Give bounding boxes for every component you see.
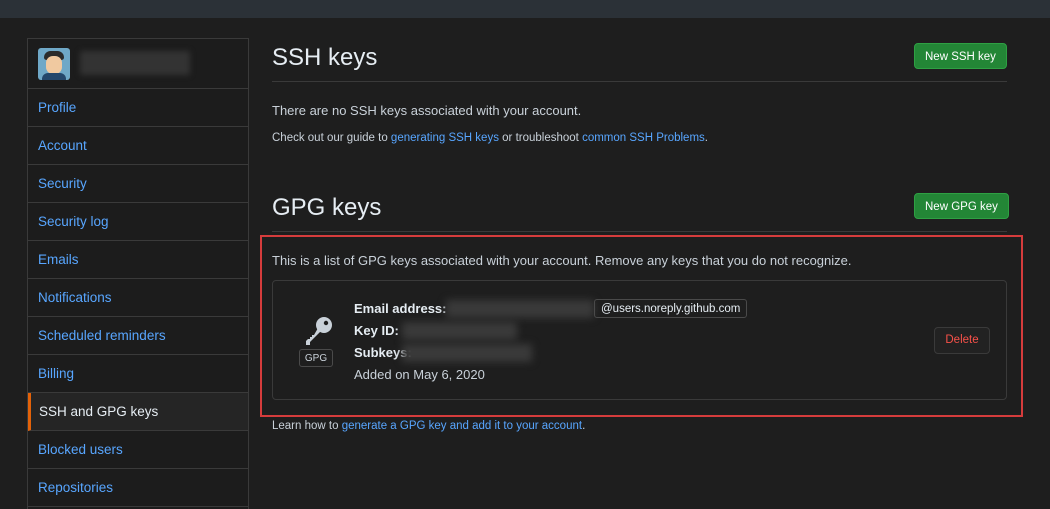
generating-ssh-keys-link[interactable]: generating SSH keys — [391, 132, 499, 144]
new-gpg-key-button[interactable]: New GPG key — [914, 193, 1009, 219]
top-header-bar — [0, 0, 1050, 18]
ssh-keys-title: SSH keys — [272, 44, 378, 71]
sidebar-item-label: Blocked users — [38, 442, 123, 457]
settings-sidebar: Profile Account Security Security log Em… — [27, 38, 249, 509]
ssh-guide-prefix: Check out our guide to — [272, 132, 391, 144]
sidebar-item-account[interactable]: Account — [28, 127, 248, 165]
highlight-box — [260, 235, 1023, 417]
sidebar-item-security-log[interactable]: Security log — [28, 203, 248, 241]
ssh-guide-suffix: . — [704, 132, 708, 144]
sidebar-item-repositories[interactable]: Repositories — [28, 469, 248, 507]
ssh-guide-text: Check out our guide to generating SSH ke… — [272, 132, 708, 144]
generate-gpg-key-link[interactable]: generate a GPG key and add it to your ac… — [342, 420, 582, 432]
gpg-keys-title: GPG keys — [272, 194, 382, 221]
sidebar-item-label: Profile — [38, 100, 77, 115]
common-ssh-problems-link[interactable]: common SSH Problems — [582, 132, 705, 144]
new-ssh-key-button[interactable]: New SSH key — [914, 43, 1007, 69]
sidebar-item-label: Repositories — [38, 480, 114, 495]
sidebar-item-emails[interactable]: Emails — [28, 241, 248, 279]
sidebar-user-row[interactable] — [28, 39, 248, 89]
gpg-learn-text: Learn how to generate a GPG key and add … — [272, 420, 585, 432]
sidebar-item-label: Account — [38, 138, 87, 153]
avatar — [38, 48, 70, 80]
sidebar-item-label: Emails — [38, 252, 79, 267]
sidebar-item-profile[interactable]: Profile — [28, 89, 248, 127]
sidebar-item-label: Security — [38, 176, 87, 191]
sidebar-item-blocked-users[interactable]: Blocked users — [28, 431, 248, 469]
sidebar-item-label: SSH and GPG keys — [39, 404, 159, 419]
sidebar-item-ssh-gpg-keys[interactable]: SSH and GPG keys — [28, 393, 248, 431]
gpg-learn-suffix: . — [582, 420, 586, 432]
ssh-divider — [272, 81, 1007, 82]
sidebar-item-label: Notifications — [38, 290, 112, 305]
sidebar-item-billing[interactable]: Billing — [28, 355, 248, 393]
sidebar-item-notifications[interactable]: Notifications — [28, 279, 248, 317]
sidebar-item-security[interactable]: Security — [28, 165, 248, 203]
gpg-divider — [272, 231, 1007, 232]
blurred-username — [80, 51, 190, 75]
sidebar-item-label: Billing — [38, 366, 75, 381]
gpg-learn-prefix: Learn how to — [272, 420, 342, 432]
ssh-guide-middle: or troubleshoot — [498, 132, 583, 144]
sidebar-item-label: Security log — [38, 214, 109, 229]
sidebar-item-scheduled-reminders[interactable]: Scheduled reminders — [28, 317, 248, 355]
ssh-empty-text: There are no SSH keys associated with yo… — [272, 103, 582, 118]
sidebar-item-label: Scheduled reminders — [38, 328, 166, 343]
